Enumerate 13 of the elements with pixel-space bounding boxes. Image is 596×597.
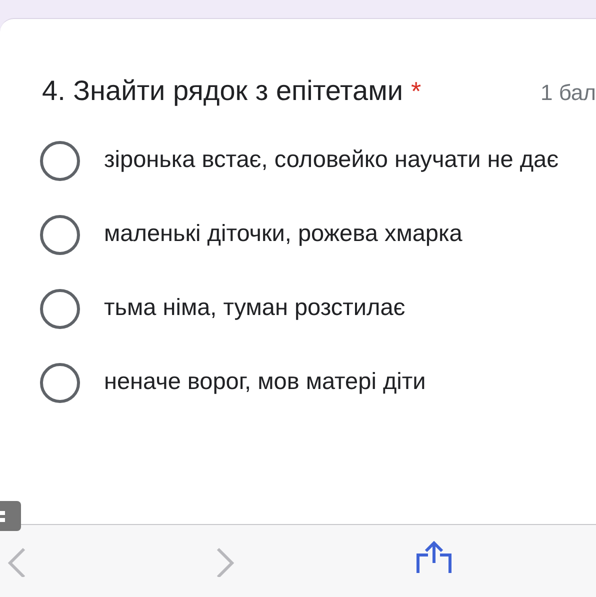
radio-button[interactable] [40, 363, 80, 403]
radio-button[interactable] [40, 215, 80, 255]
points-label: 1 бал [540, 80, 596, 106]
share-icon[interactable] [414, 541, 454, 573]
feedback-icon[interactable] [0, 501, 22, 531]
question-title: 4. Знайти рядок з епітетами [42, 75, 404, 107]
radio-button[interactable] [40, 141, 80, 181]
option-label: маленькі діточки, рожева хмарка [104, 219, 464, 248]
option-label: тьма німа, туман розстилає [104, 293, 406, 322]
option-label: зіронька встає, соловейко научати не дає [104, 145, 560, 174]
required-mark: * [411, 76, 422, 107]
option-label: неначе ворог, мов матері діти [104, 367, 427, 396]
radio-button[interactable] [40, 289, 80, 329]
